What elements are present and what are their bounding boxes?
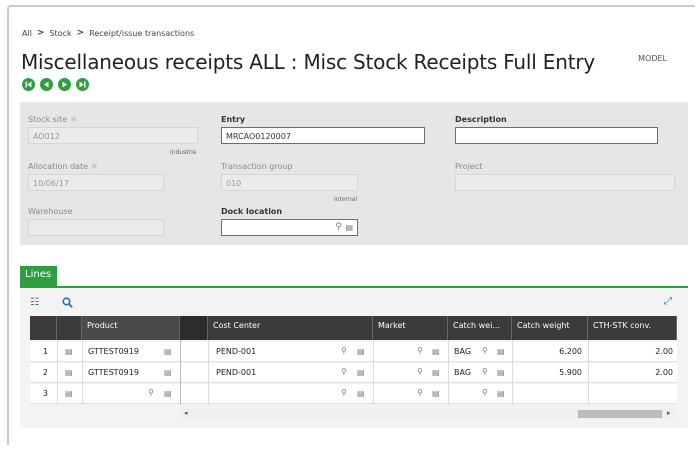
search-icon[interactable]: ⚲ (417, 346, 423, 355)
row-detail-icon[interactable]: ▤ (65, 347, 73, 356)
allocation-date-field: 10/06/17 (28, 174, 164, 191)
search-icon[interactable]: ⚲ (341, 388, 347, 397)
search-icon[interactable]: ⚲ (482, 346, 488, 355)
catch-weight-cell[interactable]: 6.200 (512, 342, 586, 362)
transaction-group-hint: Internal (334, 196, 358, 203)
breadcrumb-stock[interactable]: Stock (49, 29, 71, 38)
row-action-header (57, 316, 82, 340)
stock-site-field: AO012 (28, 127, 198, 144)
search-icon[interactable]: ⚲ (341, 367, 347, 376)
column-catch-weight[interactable]: Catch weight (512, 316, 588, 340)
list-icon[interactable]: ▤ (357, 368, 365, 377)
first-icon[interactable] (22, 78, 35, 91)
column-divider (180, 340, 181, 405)
search-icon[interactable]: ⚲ (417, 388, 423, 397)
scroll-right-icon[interactable]: ▸ (667, 409, 671, 417)
catch-weight-cell[interactable]: 5.900 (512, 363, 586, 383)
list-icon[interactable]: ▤ (357, 347, 365, 356)
dock-location-label: Dock location (221, 207, 283, 216)
list-icon[interactable]: ▤ (497, 347, 505, 356)
record-navigation (22, 78, 89, 91)
conv-cell[interactable]: 2.00 (588, 363, 677, 383)
tab-lines[interactable]: Lines (20, 266, 57, 286)
list-icon[interactable]: ☷ (30, 297, 39, 308)
breadcrumb-receipt-issue[interactable]: Receipt/issue transactions (89, 29, 194, 38)
search-icon[interactable]: ⚲ (335, 222, 342, 232)
search-icon[interactable]: ⚲ (482, 388, 488, 397)
search-icon[interactable]: ⚲ (482, 367, 488, 376)
product-cell[interactable]: GTTEST0919 (84, 342, 164, 362)
product-cell[interactable] (84, 384, 144, 404)
description-label: Description (455, 115, 507, 124)
cost-center-cell[interactable] (212, 384, 332, 404)
column-cth-stk-conv[interactable]: CTH-STK conv. (588, 316, 677, 340)
scroll-left-icon[interactable]: ◂ (184, 409, 188, 417)
search-icon[interactable]: ⚲ (148, 388, 154, 397)
last-icon[interactable] (76, 78, 89, 91)
row-detail-icon[interactable]: ▤ (65, 389, 73, 398)
product-cell[interactable]: GTTEST0919 (84, 363, 164, 383)
previous-icon[interactable] (40, 78, 53, 91)
search-icon[interactable]: ⚲ (341, 346, 347, 355)
description-input[interactable] (455, 127, 658, 144)
column-divider (82, 340, 83, 405)
entry-input[interactable]: MRCAO0120007 (221, 127, 425, 144)
column-catch-weight-unit[interactable]: Catch wei... (448, 316, 512, 340)
list-icon[interactable]: ▤ (497, 389, 505, 398)
transaction-group-label: Transaction group (221, 162, 293, 171)
next-icon[interactable] (58, 78, 71, 91)
list-icon[interactable]: ▤ (164, 368, 172, 377)
catch-unit-cell[interactable]: BAG (450, 363, 480, 383)
row-detail-icon[interactable]: ▤ (65, 368, 73, 377)
search-icon[interactable] (62, 297, 73, 311)
list-icon[interactable]: ▤ (164, 389, 172, 398)
column-divider (512, 340, 513, 405)
row-number: 1 (42, 347, 48, 356)
column-market[interactable]: Market (373, 316, 448, 340)
list-icon[interactable]: ▤ (432, 389, 440, 398)
transaction-group-field: 010 (221, 174, 358, 191)
cost-center-cell[interactable]: PEND-001 (212, 342, 332, 362)
column-divider (373, 340, 374, 405)
column-cost-center[interactable]: Cost Center (208, 316, 373, 340)
row-number: 3 (42, 389, 48, 398)
allocation-date-label: Allocation date ✳ (28, 162, 98, 171)
conv-cell[interactable]: 2.00 (588, 342, 677, 362)
cost-center-cell[interactable]: PEND-001 (212, 363, 332, 383)
list-icon[interactable]: ▤ (432, 347, 440, 356)
page-title: Miscellaneous receipts ALL : Misc Stock … (21, 50, 595, 74)
warehouse-label: Warehouse (28, 207, 73, 216)
catch-unit-cell[interactable]: BAG (450, 342, 480, 362)
project-label: Project (455, 162, 483, 171)
model-label: MODEL (638, 54, 667, 63)
project-field (455, 174, 675, 191)
search-icon[interactable]: ⚲ (417, 367, 423, 376)
column-divider (57, 340, 58, 405)
warehouse-field (28, 219, 164, 236)
column-divider (448, 340, 449, 405)
row-number: 2 (42, 368, 48, 377)
stock-site-label: Stock site ✳ (28, 115, 77, 124)
list-icon[interactable]: ▤ (497, 368, 505, 377)
dock-location-input[interactable]: ⚲ ▤ (221, 219, 358, 236)
list-icon[interactable]: ▤ (164, 347, 172, 356)
frozen-divider (180, 316, 208, 340)
list-icon[interactable]: ▤ (432, 368, 440, 377)
entry-label: Entry (221, 115, 246, 124)
breadcrumb-all[interactable]: All (22, 29, 32, 38)
column-divider (588, 340, 589, 405)
stock-site-hint: Industrie (170, 149, 197, 156)
list-icon[interactable]: ▤ (345, 223, 353, 232)
breadcrumb: All > Stock > Receipt/issue transactions (22, 28, 194, 38)
column-divider (208, 340, 209, 405)
expand-icon[interactable]: ⤢ (664, 296, 672, 307)
list-icon[interactable]: ▤ (357, 389, 365, 398)
column-product[interactable]: Product (82, 316, 180, 340)
scrollbar-thumb[interactable] (578, 410, 662, 418)
chevron-right-icon: > (36, 28, 45, 38)
chevron-right-icon: > (76, 28, 85, 38)
row-number-header (30, 316, 57, 340)
